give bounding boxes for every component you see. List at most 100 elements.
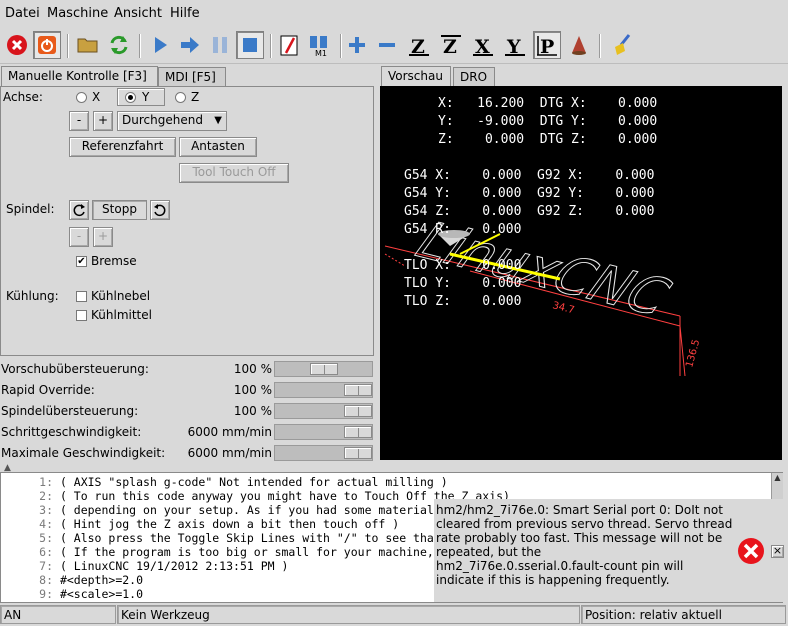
axis-z-radio[interactable] bbox=[175, 92, 186, 103]
menu-ansicht[interactable]: Ansicht bbox=[114, 6, 162, 21]
status-tool: Kein Werkzeug bbox=[117, 605, 580, 624]
override-label: Spindelübersteuerung: bbox=[1, 404, 139, 418]
menu-maschine[interactable]: Maschine bbox=[47, 6, 108, 21]
tab-preview[interactable]: Vorschau bbox=[381, 66, 451, 88]
zoom-out-button[interactable] bbox=[373, 31, 401, 59]
override-value: 100 % bbox=[233, 383, 272, 397]
gcode-scrollbar[interactable]: ▲ bbox=[771, 473, 783, 499]
spindle-faster-button[interactable]: + bbox=[93, 227, 113, 247]
slider-thumb[interactable] bbox=[310, 363, 338, 375]
open-file-button[interactable] bbox=[74, 31, 102, 59]
tool-touch-off-button[interactable]: Tool Touch Off bbox=[179, 163, 289, 183]
gcode-line-number: 5: bbox=[39, 531, 53, 545]
view-perspective-button[interactable]: P bbox=[533, 31, 561, 59]
menu-datei[interactable]: Datei bbox=[5, 6, 40, 21]
chevron-down-icon: ▼ bbox=[214, 115, 222, 126]
gcode-line-number: 2: bbox=[39, 489, 53, 503]
home-button[interactable]: Referenzfahrt bbox=[69, 137, 176, 157]
gcode-line[interactable]: 6: ( If the program is too big or small … bbox=[5, 545, 434, 559]
pause-icon bbox=[213, 37, 227, 53]
view-y-icon: Y bbox=[505, 36, 525, 57]
run-button[interactable] bbox=[146, 31, 174, 59]
error-message-box: hm2/hm2_7i76e.0: Smart Serial port 0: Do… bbox=[434, 499, 786, 602]
gcode-line[interactable]: 3: ( depending on your setup. As if you … bbox=[5, 503, 434, 517]
reload-button[interactable] bbox=[105, 31, 133, 59]
gcode-line[interactable]: 4: ( Hint jog the Z axis down a bit then… bbox=[5, 517, 399, 531]
override-slider[interactable] bbox=[274, 403, 373, 419]
gcode-line-number: 8: bbox=[39, 573, 53, 587]
estop-button[interactable] bbox=[3, 31, 31, 59]
step-icon bbox=[181, 37, 199, 53]
dro-tlo-x: TLO X: 0.000 bbox=[404, 258, 522, 273]
override-slider[interactable] bbox=[274, 361, 373, 377]
message-line: hm2/hm2_7i76e.0: Smart Serial port 0: Do… bbox=[436, 503, 723, 517]
message-close-button[interactable]: × bbox=[771, 545, 784, 558]
message-line: repeated, but the bbox=[436, 545, 542, 559]
tab-mdi[interactable]: MDI [F5] bbox=[158, 67, 226, 87]
spindle-ccw-button[interactable] bbox=[69, 200, 89, 220]
override-slider[interactable] bbox=[274, 445, 373, 461]
cone-tool-icon bbox=[572, 36, 586, 55]
tab-manual-control[interactable]: Manuelle Kontrolle [F3] bbox=[1, 66, 158, 88]
dro-tlo-y: TLO Y: 0.000 bbox=[404, 276, 522, 291]
mist-checkbox[interactable] bbox=[76, 291, 87, 302]
spindle-cw-button[interactable] bbox=[150, 200, 170, 220]
scroll-up-icon[interactable]: ▲ bbox=[772, 473, 783, 482]
svg-text:Z: Z bbox=[411, 36, 425, 57]
slider-thumb[interactable] bbox=[344, 426, 372, 438]
flood-checkbox[interactable] bbox=[76, 310, 87, 321]
optional-stop-button[interactable]: M1 bbox=[306, 31, 334, 59]
dro-g54-y: G54 Y: 0.000 G92 Y: 0.000 bbox=[404, 186, 655, 201]
pause-button[interactable] bbox=[206, 31, 234, 59]
axis-z-label: Z bbox=[191, 90, 200, 104]
toolbar: M1 Z Z X Y P bbox=[0, 28, 788, 64]
rotate-view-button[interactable] bbox=[565, 31, 593, 59]
zoom-in-button[interactable] bbox=[343, 31, 371, 59]
menu-hilfe[interactable]: Hilfe bbox=[170, 6, 200, 21]
toolbar-separator bbox=[270, 34, 272, 58]
axis-y-radio[interactable] bbox=[125, 92, 136, 103]
axis-x-radio[interactable] bbox=[76, 92, 87, 103]
view-z2-icon: Z bbox=[441, 35, 461, 57]
view-x-button[interactable]: X bbox=[469, 31, 497, 59]
slider-thumb[interactable] bbox=[344, 447, 372, 459]
gcode-line[interactable]: 1: ( AXIS "splash g-code" Not intended f… bbox=[5, 475, 448, 489]
estop-icon bbox=[7, 35, 27, 55]
gcode-line[interactable]: 8: #<depth>=2.0 bbox=[5, 573, 143, 587]
machine-power-button[interactable] bbox=[33, 31, 61, 59]
spindle-slower-button[interactable]: - bbox=[69, 227, 89, 247]
jog-minus-button[interactable]: - bbox=[69, 111, 89, 131]
preview-canvas[interactable]: 34.7 136.5 LinuxCNC X: 16.200 DTG X: 0.0… bbox=[380, 86, 782, 460]
gcode-line-number: 7: bbox=[39, 559, 53, 573]
touch-off-button[interactable]: Antasten bbox=[179, 137, 257, 157]
stop-button[interactable] bbox=[236, 31, 264, 59]
spindle-stop-button[interactable]: Stopp bbox=[92, 200, 147, 220]
jog-plus-button[interactable]: + bbox=[93, 111, 113, 131]
view-y-button[interactable]: Y bbox=[501, 31, 529, 59]
brake-label: Bremse bbox=[91, 254, 137, 268]
view-z2-button[interactable]: Z bbox=[437, 31, 465, 59]
brake-checkbox[interactable]: ✔ bbox=[76, 256, 87, 267]
jog-mode-select[interactable]: Durchgehend ▼ bbox=[117, 111, 227, 131]
step-button[interactable] bbox=[176, 31, 204, 59]
gcode-line[interactable]: 5: ( Also press the Toggle Skip Lines wi… bbox=[5, 531, 434, 545]
optional-stop-icon: M1 bbox=[310, 36, 327, 57]
gcode-line[interactable]: 9: #<scale>=1.0 bbox=[5, 587, 143, 601]
slider-thumb[interactable] bbox=[344, 384, 372, 396]
override-value: 100 % bbox=[233, 362, 272, 376]
clear-backplot-button[interactable] bbox=[609, 31, 637, 59]
override-label: Maximale Geschwindigkeit: bbox=[1, 446, 166, 460]
view-z-button[interactable]: Z bbox=[405, 31, 433, 59]
reload-icon bbox=[110, 35, 128, 55]
slider-thumb[interactable] bbox=[344, 405, 372, 417]
tab-dro[interactable]: DRO bbox=[453, 67, 495, 87]
broom-icon bbox=[615, 34, 631, 55]
axis-y-label: Y bbox=[142, 90, 150, 104]
skip-lines-button[interactable] bbox=[276, 31, 304, 59]
gcode-line[interactable]: 7: ( LinuxCNC 19/1/2012 2:13:51 PM ) bbox=[5, 559, 288, 573]
status-mode: AN bbox=[0, 605, 116, 624]
override-slider[interactable] bbox=[274, 382, 373, 398]
svg-text:Z: Z bbox=[443, 36, 457, 57]
override-slider[interactable] bbox=[274, 424, 373, 440]
axis-label: Achse: bbox=[3, 90, 43, 104]
